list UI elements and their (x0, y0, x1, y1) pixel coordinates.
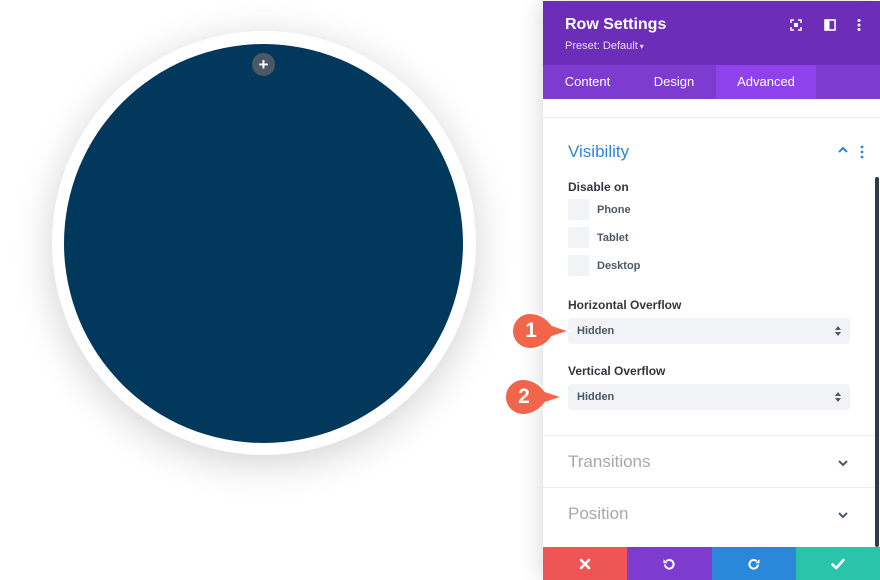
vertical-overflow-label: Vertical Overflow (568, 364, 666, 378)
vertical-overflow-select[interactable]: Hidden (568, 384, 850, 410)
desktop-checkbox[interactable] (568, 255, 589, 276)
redo-button[interactable] (711, 547, 796, 580)
add-module-button[interactable]: + (252, 53, 275, 76)
undo-button[interactable] (627, 547, 712, 580)
save-check-icon (831, 558, 845, 569)
tab-design[interactable]: Design (632, 65, 716, 99)
tablet-checkbox[interactable] (568, 227, 589, 248)
tab-advanced[interactable]: Advanced (716, 65, 816, 99)
panel-title: Row Settings (565, 16, 667, 33)
discard-button[interactable] (543, 547, 628, 580)
sidebar-toggle-icon[interactable] (823, 18, 837, 32)
redo-icon (748, 558, 760, 570)
settings-content: Visibility Disable on Phone Tablet Deskt… (543, 99, 880, 547)
position-section-title[interactable]: Position (568, 504, 628, 524)
builder-canvas: + Row Settings Preset: Default ▾ Content… (0, 0, 880, 580)
transitions-section-title[interactable]: Transitions (568, 452, 651, 472)
preset-caret-icon: ▾ (639, 42, 644, 51)
horizontal-overflow-value: Hidden (577, 325, 615, 337)
annotation-badge-1: 1 (510, 311, 574, 351)
expand-icon[interactable] (789, 18, 803, 32)
preset-selector[interactable]: Preset: Default ▾ (565, 40, 644, 52)
panel-scrollbar[interactable] (875, 177, 879, 547)
select-arrows-icon (835, 326, 841, 336)
desktop-label: Desktop (597, 259, 641, 272)
chevron-up-icon[interactable] (837, 145, 849, 155)
disable-on-label: Disable on (568, 180, 629, 194)
phone-label: Phone (597, 203, 631, 216)
undo-icon (663, 558, 675, 570)
horizontal-overflow-select[interactable]: Hidden (568, 318, 850, 344)
tab-content[interactable]: Content (543, 65, 632, 99)
preset-label: Preset: Default (565, 40, 638, 52)
row-settings-panel: Row Settings Preset: Default ▾ Content D… (543, 1, 880, 580)
disable-tablet-option[interactable]: Tablet (568, 227, 629, 248)
chevron-down-icon[interactable] (837, 458, 849, 468)
disable-phone-option[interactable]: Phone (568, 199, 631, 220)
annotation-number: 1 (525, 319, 537, 342)
settings-tabs: Content Design Advanced (543, 65, 880, 99)
disable-desktop-option[interactable]: Desktop (568, 255, 640, 276)
more-options-icon[interactable] (852, 18, 866, 32)
vertical-overflow-value: Hidden (577, 391, 615, 403)
divider (543, 435, 880, 436)
panel-header: Row Settings Preset: Default ▾ (543, 1, 880, 65)
chevron-down-icon[interactable] (837, 510, 849, 520)
annotation-badge-2: 2 (503, 377, 567, 417)
section-options-icon[interactable] (860, 145, 864, 159)
circle-module[interactable] (64, 44, 463, 443)
divider (543, 117, 880, 118)
phone-checkbox[interactable] (568, 199, 589, 220)
visibility-section-title[interactable]: Visibility (568, 142, 629, 162)
tablet-label: Tablet (597, 231, 629, 244)
close-icon (579, 558, 591, 569)
divider (543, 487, 880, 488)
panel-footer (543, 547, 880, 580)
annotation-number: 2 (518, 385, 530, 408)
horizontal-overflow-label: Horizontal Overflow (568, 298, 682, 312)
save-button[interactable] (795, 547, 880, 580)
select-arrows-icon (835, 392, 841, 402)
